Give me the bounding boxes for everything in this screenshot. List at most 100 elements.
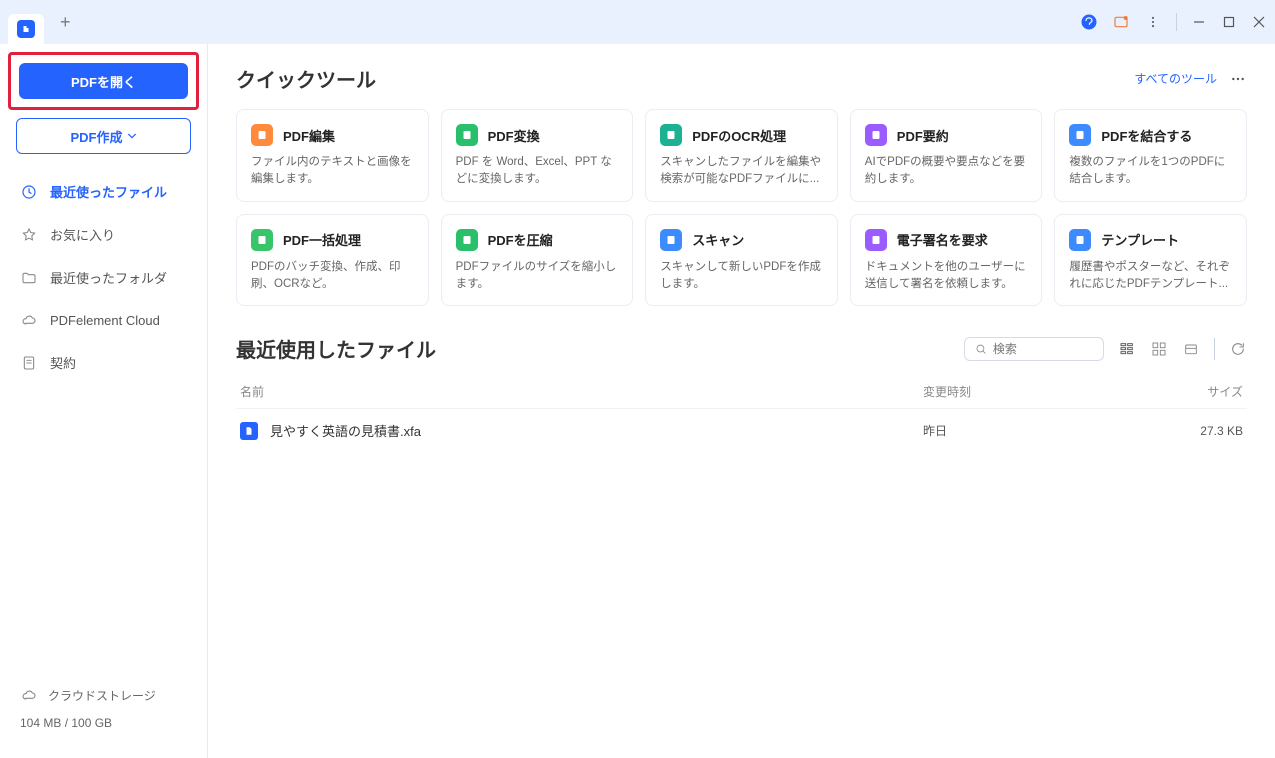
open-pdf-label: PDFを開く [71,72,136,91]
sidebar-item-recent-files[interactable]: 最近使ったファイル [0,170,207,213]
tool-icon [660,229,682,251]
sidebar-item-favorites[interactable]: お気に入り [0,213,207,256]
open-folder-icon[interactable] [1182,340,1200,358]
tool-desc: ドキュメントを他のユーザーに送信して署名を依頼します。 [865,259,1028,294]
tool-desc: ファイル内のテキストと画像を編集します。 [251,154,414,189]
app-tab[interactable] [8,14,44,44]
tool-title: PDF変換 [488,126,540,145]
minimize-button[interactable] [1191,14,1207,30]
recent-files-title: 最近使用したファイル [236,334,436,363]
tool-desc: スキャンしたファイルを編集や検索が可能なPDFファイルに... [660,154,823,189]
create-pdf-button[interactable]: PDF作成 [16,118,191,154]
tool-card[interactable]: 電子署名を要求 ドキュメントを他のユーザーに送信して署名を依頼します。 [850,214,1043,307]
notification-icon[interactable] [1112,13,1130,31]
open-pdf-highlight: PDFを開く [8,52,199,110]
tool-card[interactable]: スキャン スキャンして新しいPDFを作成します。 [645,214,838,307]
search-input[interactable] [993,342,1093,356]
recent-table-body: 見やすく英語の見積書.xfa 昨日 27.3 KB [236,409,1247,452]
tool-icon [1069,124,1091,146]
chevron-down-icon [127,131,137,141]
app-logo-icon [17,20,35,38]
tool-card[interactable]: PDFを圧縮 PDFファイルのサイズを縮小します。 [441,214,634,307]
tool-card[interactable]: PDF一括処理 PDFのバッチ変換、作成、印刷、OCRなど。 [236,214,429,307]
file-size-cell: 27.3 KB [1123,424,1243,438]
all-tools-link[interactable]: すべてのツール [1134,70,1217,87]
file-icon [240,422,258,440]
more-menu-icon[interactable] [1144,13,1162,31]
titlebar-right [1080,13,1267,31]
tool-icon [251,124,273,146]
folder-icon [20,269,38,287]
sidebar-item-label: 最近使ったファイル [50,182,167,201]
file-date-cell: 昨日 [923,422,1123,439]
cloud-storage-link[interactable]: クラウドストレージ [0,678,207,712]
tool-desc: PDF を Word、Excel、PPT などに変換します。 [456,154,619,189]
open-pdf-button[interactable]: PDFを開く [19,63,188,99]
refresh-icon[interactable] [1229,340,1247,358]
clock-icon [20,183,38,201]
divider [1176,13,1177,31]
tool-card[interactable]: PDFのOCR処理 スキャンしたファイルを編集や検索が可能なPDFファイルに..… [645,109,838,202]
tool-title: PDFのOCR処理 [692,126,786,145]
sidebar-item-label: PDFelement Cloud [50,313,160,328]
search-box[interactable] [964,337,1104,361]
tool-desc: スキャンして新しいPDFを作成します。 [660,259,823,294]
list-view-icon[interactable] [1118,340,1136,358]
sidebar-bottom: クラウドストレージ 104 MB / 100 GB [0,670,207,750]
star-icon [20,226,38,244]
tool-title: スキャン [692,230,744,249]
quick-tools-grid: PDF編集 ファイル内のテキストと画像を編集します。 PDF変換 PDF を W… [236,109,1247,306]
cloud-icon [20,311,38,329]
tool-title: PDF編集 [283,126,335,145]
tool-desc: AIでPDFの概要や要点などを要約します。 [865,154,1028,189]
new-tab-button[interactable]: + [52,12,79,33]
sidebar-item-recent-folders[interactable]: 最近使ったフォルダ [0,256,207,299]
search-icon [975,342,987,356]
cloud-icon [20,686,38,704]
sidebar-item-label: お気に入り [50,225,115,244]
quick-tools-title: クイックツール [236,64,376,93]
recent-section: 最近使用したファイル [236,334,1247,452]
tool-title: 電子署名を要求 [897,230,988,249]
tool-card[interactable]: PDFを結合する 複数のファイルを1つのPDFに結合します。 [1054,109,1247,202]
sidebar-item-cloud[interactable]: PDFelement Cloud [0,299,207,341]
tool-icon [456,124,478,146]
tool-card[interactable]: PDF変換 PDF を Word、Excel、PPT などに変換します。 [441,109,634,202]
quick-tools-header: クイックツール すべてのツール [236,64,1247,93]
more-horiz-icon[interactable] [1229,70,1247,88]
tool-card[interactable]: PDF要約 AIでPDFの概要や要点などを要約します。 [850,109,1043,202]
close-button[interactable] [1251,14,1267,30]
tool-icon [251,229,273,251]
grid-view-icon[interactable] [1150,340,1168,358]
tool-desc: 履歴書やポスターなど、それぞれに応じたPDFテンプレート... [1069,259,1232,294]
main-content: クイックツール すべてのツール PDF編集 ファイル内のテキストと画像を編集しま… [208,44,1275,758]
tool-icon [865,229,887,251]
titlebar-left: + [8,0,79,44]
tool-desc: PDFのバッチ変換、作成、印刷、OCRなど。 [251,259,414,294]
file-name-cell: 見やすく英語の見積書.xfa [240,421,923,440]
sidebar-item-label: 契約 [50,353,76,372]
tool-title: PDFを結合する [1101,126,1192,145]
recent-table-head: 名前 変更時刻 サイズ [236,375,1247,409]
quick-tools-actions: すべてのツール [1134,70,1247,88]
tool-card[interactable]: PDF編集 ファイル内のテキストと画像を編集します。 [236,109,429,202]
col-name: 名前 [240,383,923,400]
create-pdf-label: PDF作成 [70,127,122,146]
tool-title: テンプレート [1101,230,1179,249]
col-size: サイズ [1123,383,1243,400]
tool-title: PDFを圧縮 [488,230,553,249]
tool-icon [660,124,682,146]
document-icon [20,354,38,372]
sidebar-item-contracts[interactable]: 契約 [0,341,207,384]
tool-icon [865,124,887,146]
storage-usage: 104 MB / 100 GB [0,712,207,734]
cloud-storage-label: クラウドストレージ [48,687,156,704]
tool-icon [456,229,478,251]
help-icon[interactable] [1080,13,1098,31]
table-row[interactable]: 見やすく英語の見積書.xfa 昨日 27.3 KB [236,409,1247,452]
tool-icon [1069,229,1091,251]
maximize-button[interactable] [1221,14,1237,30]
tool-card[interactable]: テンプレート 履歴書やポスターなど、それぞれに応じたPDFテンプレート... [1054,214,1247,307]
tool-title: PDF一括処理 [283,230,361,249]
titlebar: + [0,0,1275,44]
